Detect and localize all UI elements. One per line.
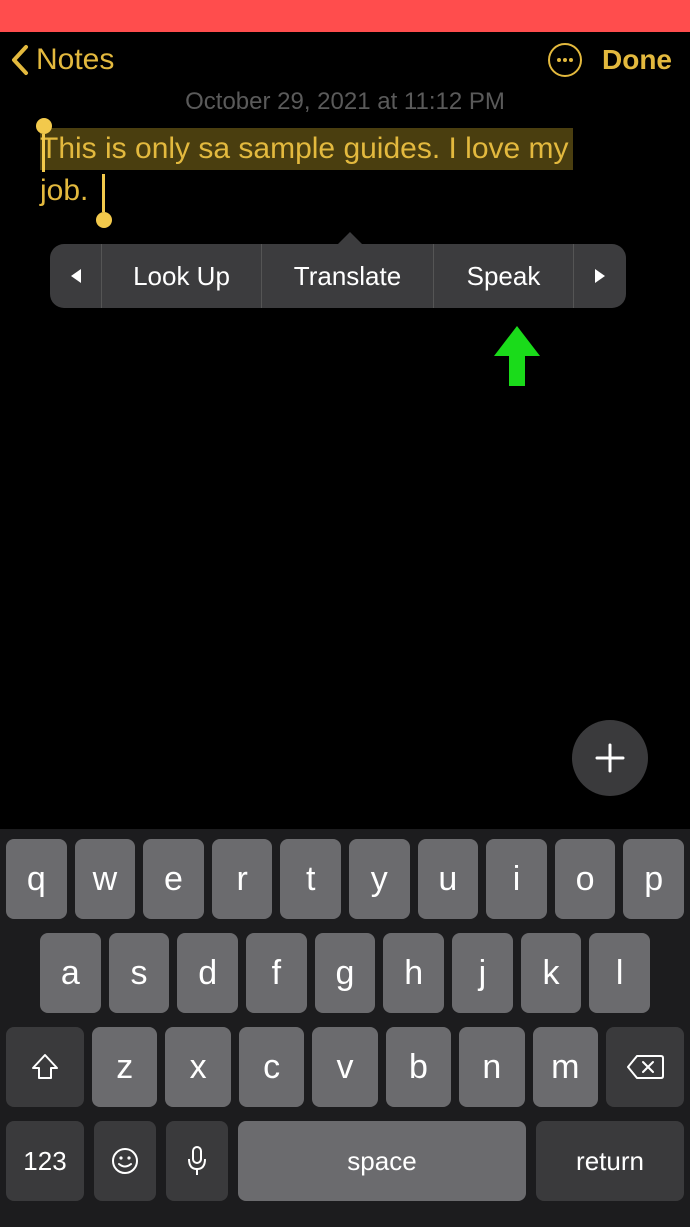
selected-text-line2[interactable]: job. — [40, 170, 88, 212]
key-e[interactable]: e — [143, 839, 204, 919]
speak-button[interactable]: Speak — [434, 244, 574, 308]
done-button[interactable]: Done — [602, 44, 672, 76]
key-m[interactable]: m — [533, 1027, 598, 1107]
add-button[interactable] — [572, 720, 648, 796]
selected-text-line1[interactable]: This is only sa sample guides. I love my — [40, 128, 573, 170]
key-h[interactable]: h — [383, 933, 444, 1013]
shift-icon — [30, 1052, 60, 1082]
ellipsis-icon — [556, 57, 574, 63]
mic-icon — [186, 1145, 208, 1177]
arrow-up-icon — [492, 326, 542, 388]
key-123[interactable]: 123 — [6, 1121, 84, 1201]
key-u[interactable]: u — [418, 839, 479, 919]
key-j[interactable]: j — [452, 933, 513, 1013]
key-z[interactable]: z — [92, 1027, 157, 1107]
key-k[interactable]: k — [521, 933, 582, 1013]
triangle-left-icon — [69, 267, 83, 285]
triangle-right-icon — [593, 267, 607, 285]
selection-stem-end — [102, 174, 105, 212]
chevron-left-icon — [10, 43, 30, 77]
keyboard-row-1: q w e r t y u i o p — [6, 839, 684, 919]
key-d[interactable]: d — [177, 933, 238, 1013]
translate-button[interactable]: Translate — [262, 244, 434, 308]
note-timestamp: October 29, 2021 at 11:12 PM — [0, 88, 690, 116]
annotation-arrow — [492, 326, 542, 388]
note-body[interactable]: This is only sa sample guides. I love my… — [0, 128, 690, 212]
lookup-button[interactable]: Look Up — [102, 244, 262, 308]
key-mic[interactable] — [166, 1121, 228, 1201]
key-y[interactable]: y — [349, 839, 410, 919]
popover-arrow-icon — [336, 232, 364, 246]
emoji-icon — [110, 1146, 140, 1176]
more-button[interactable] — [548, 43, 582, 77]
key-emoji[interactable] — [94, 1121, 156, 1201]
key-return[interactable]: return — [536, 1121, 684, 1201]
keyboard-row-3: z x c v b n m — [6, 1027, 684, 1107]
selection-handle-end[interactable] — [96, 212, 112, 228]
key-a[interactable]: a — [40, 933, 101, 1013]
back-label: Notes — [36, 43, 114, 77]
key-s[interactable]: s — [109, 933, 170, 1013]
selection-stem-start — [42, 134, 45, 172]
key-w[interactable]: w — [75, 839, 136, 919]
selection-handle-start[interactable] — [36, 118, 52, 134]
key-q[interactable]: q — [6, 839, 67, 919]
back-button[interactable]: Notes — [10, 43, 114, 77]
plus-icon — [593, 741, 627, 775]
key-f[interactable]: f — [246, 933, 307, 1013]
key-p[interactable]: p — [623, 839, 684, 919]
key-x[interactable]: x — [165, 1027, 230, 1107]
key-n[interactable]: n — [459, 1027, 524, 1107]
keyboard-row-4: 123 space return — [6, 1121, 684, 1201]
key-g[interactable]: g — [315, 933, 376, 1013]
keyboard: q w e r t y u i o p a s d f g h j k l z … — [0, 829, 690, 1227]
nav-bar: Notes Done — [0, 32, 690, 88]
key-backspace[interactable] — [606, 1027, 684, 1107]
key-o[interactable]: o — [555, 839, 616, 919]
key-c[interactable]: c — [239, 1027, 304, 1107]
key-space[interactable]: space — [238, 1121, 526, 1201]
key-r[interactable]: r — [212, 839, 273, 919]
context-menu-prev[interactable] — [50, 244, 102, 308]
key-b[interactable]: b — [386, 1027, 451, 1107]
key-v[interactable]: v — [312, 1027, 377, 1107]
backspace-icon — [626, 1053, 664, 1081]
key-shift[interactable] — [6, 1027, 84, 1107]
status-bar — [0, 0, 690, 32]
context-menu-next[interactable] — [574, 244, 626, 308]
key-l[interactable]: l — [589, 933, 650, 1013]
key-i[interactable]: i — [486, 839, 547, 919]
key-t[interactable]: t — [280, 839, 341, 919]
context-menu: Look Up Translate Speak — [50, 244, 626, 308]
keyboard-row-2: a s d f g h j k l — [6, 933, 684, 1013]
